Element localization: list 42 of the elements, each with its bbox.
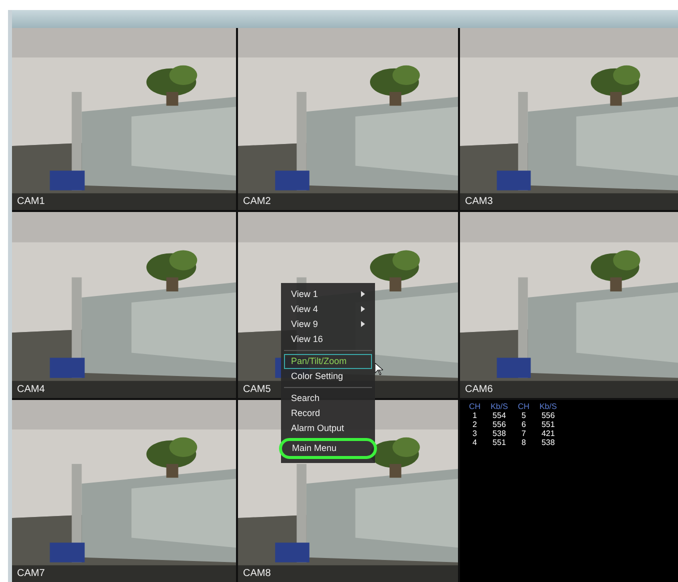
table-cell-text: 551 bbox=[492, 438, 507, 447]
table-cell-text: 7 bbox=[520, 429, 527, 438]
table-cell-text: 2 bbox=[472, 420, 478, 429]
table-cell-text: 5 bbox=[520, 411, 527, 420]
column-header: Kb/S bbox=[490, 402, 509, 411]
table-cell-text: 8 bbox=[520, 438, 527, 447]
mouse-cursor-icon bbox=[375, 363, 383, 375]
table-cell-text: 556 bbox=[492, 420, 507, 429]
table-cell-text: 3 bbox=[472, 429, 478, 438]
camera-label: CAM5 bbox=[243, 384, 271, 395]
menu-item[interactable]: Alarm Output bbox=[284, 421, 372, 436]
table-cell-text: 554 bbox=[492, 411, 507, 420]
camera-label: CAM6 bbox=[465, 384, 493, 395]
menu-item[interactable]: Search bbox=[284, 391, 372, 406]
table-cell-text: 556 bbox=[540, 411, 556, 420]
camera-label: CAM7 bbox=[17, 568, 45, 579]
camera-label: CAM2 bbox=[243, 196, 271, 207]
menu-item[interactable]: Main Menu bbox=[279, 438, 377, 459]
menu-item[interactable]: Pan/Tilt/Zoom bbox=[284, 354, 372, 369]
column-header: CH bbox=[468, 402, 482, 411]
table-cell-text: 551 bbox=[540, 420, 556, 429]
table-cell-text: 538 bbox=[540, 438, 556, 447]
menu-item[interactable]: View 4 bbox=[284, 302, 372, 317]
submenu-arrow-icon bbox=[361, 306, 365, 312]
menu-item[interactable]: Color Setting bbox=[284, 369, 372, 384]
camera-label: CAM4 bbox=[17, 384, 45, 395]
column-header: CH bbox=[516, 402, 530, 411]
table-cell-text: 6 bbox=[520, 420, 527, 429]
menu-item[interactable]: View 16 bbox=[284, 332, 372, 347]
submenu-arrow-icon bbox=[361, 291, 365, 297]
camera-label: CAM1 bbox=[17, 196, 45, 207]
menu-item[interactable]: View 9 bbox=[284, 317, 372, 332]
table-cell-text: 4 bbox=[472, 438, 478, 447]
table-cell-text: 421 bbox=[540, 429, 556, 438]
column-header: Kb/S bbox=[538, 402, 558, 411]
menu-item[interactable]: View 1 bbox=[284, 287, 372, 302]
table-cell-text: 1 bbox=[472, 411, 478, 420]
submenu-arrow-icon bbox=[361, 321, 365, 327]
camera-label: CAM3 bbox=[465, 196, 493, 207]
table-cell-text: 538 bbox=[492, 429, 507, 438]
menu-item[interactable]: Record bbox=[284, 406, 372, 421]
camera-label: CAM8 bbox=[243, 568, 271, 579]
